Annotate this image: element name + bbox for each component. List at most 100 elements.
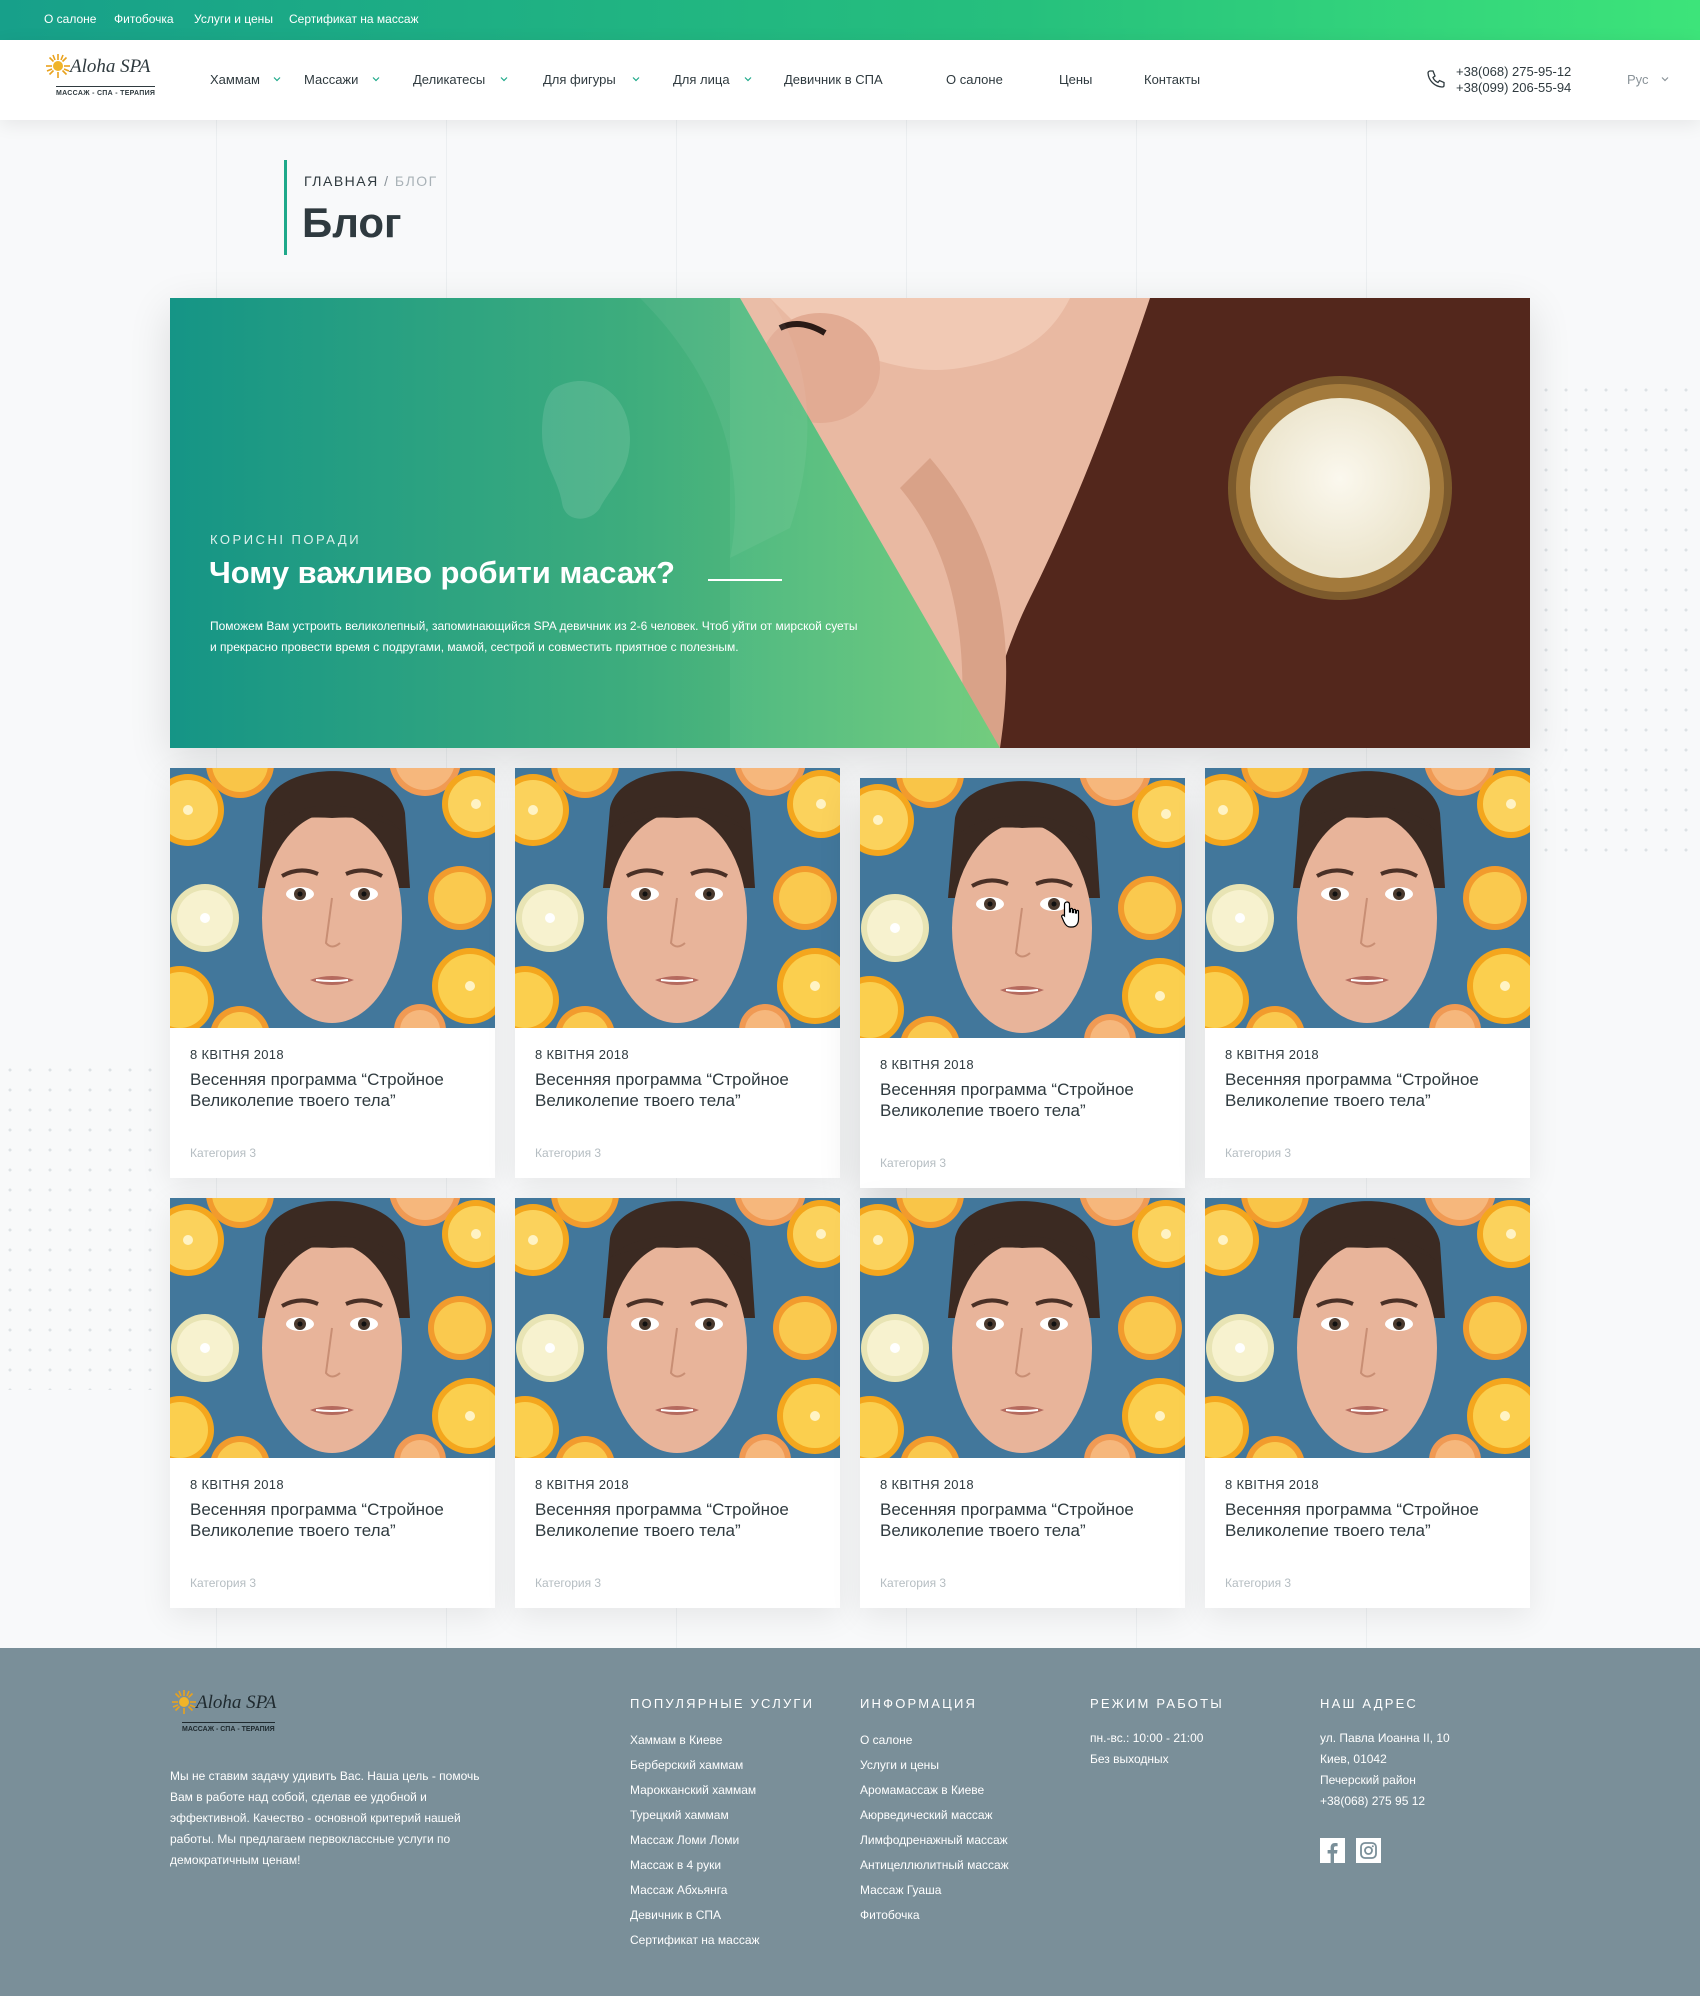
nav-item-prices[interactable]: Цены [1059,72,1092,87]
footer-link[interactable]: Сертификат на массаж [630,1928,814,1953]
footer-link[interactable]: Девичник в СПА [630,1903,814,1928]
title-decoration-line [708,579,782,581]
footer-phone[interactable]: +38(068) 275 95 12 [1320,1791,1450,1812]
post-title[interactable]: Весенняя программа “Стройное Великолепие… [535,1499,825,1541]
footer-column-heading: РЕЖИМ РАБОТЫ [1090,1696,1224,1711]
top-link-certificate[interactable]: Сертификат на массаж [289,12,419,26]
logo-tagline: МАССАЖ - СПА - ТЕРАПИЯ [56,86,156,97]
post-thumbnail [170,1198,495,1458]
nav-item-delicacies[interactable]: Деликатесы [413,72,485,87]
address-line: Киев, 01042 [1320,1752,1387,1766]
footer-link[interactable]: Хаммам в Киеве [630,1728,814,1753]
nav-item-bachelorette[interactable]: Девичник в СПА [784,72,883,87]
address-line: Печерский район [1320,1773,1416,1787]
post-date: 8 КВІТНЯ 2018 [190,1477,284,1492]
post-date: 8 КВІТНЯ 2018 [1225,1047,1319,1062]
nav-item-label: Цены [1059,72,1093,87]
footer-logo[interactable]: Aloha SPA МАССАЖ - СПА - ТЕРАПИЯ [170,1688,290,1742]
post-thumbnail [170,768,495,1028]
nav-item-label: Хаммам [210,72,260,87]
blog-post-card[interactable]: 8 КВІТНЯ 2018 Весенняя программа “Стройн… [515,1198,840,1608]
featured-post-title[interactable]: Чому важливо робити масаж? [209,555,675,591]
post-title[interactable]: Весенняя программа “Стройное Великолепие… [880,1499,1170,1541]
post-thumbnail [1205,768,1530,1028]
post-title[interactable]: Весенняя программа “Стройное Великолепие… [1225,1499,1515,1541]
top-link-services-prices[interactable]: Услуги и цены [194,12,273,26]
blog-post-card[interactable]: 8 КВІТНЯ 2018 Весенняя программа “Стройн… [170,768,495,1178]
chevron-down-icon [743,74,753,84]
blog-post-card[interactable]: 8 КВІТНЯ 2018 Весенняя программа “Стройн… [1205,1198,1530,1608]
post-title[interactable]: Весенняя программа “Стройное Великолепие… [1225,1069,1515,1111]
post-category[interactable]: Категория 3 [535,1576,601,1590]
breadcrumb-separator: / [378,173,395,189]
nav-item-label: Девичник в СПА [784,72,883,87]
footer-link[interactable]: Аюрведический массаж [860,1803,1009,1828]
nav-item-face[interactable]: Для лица [673,72,730,87]
footer-link[interactable]: Массаж в 4 руки [630,1853,814,1878]
footer-link[interactable]: Берберский хаммам [630,1753,814,1778]
post-title[interactable]: Весенняя программа “Стройное Великолепие… [535,1069,825,1111]
post-category[interactable]: Категория 3 [535,1146,601,1160]
nav-item-label: Для фигуры [543,72,616,87]
post-category[interactable]: Категория 3 [190,1146,256,1160]
footer-address: НАШ АДРЕС ул. Павла Иоанна II, 10 Киев, … [1320,1696,1450,1812]
post-title[interactable]: Весенняя программа “Стройное Великолепие… [880,1079,1170,1121]
nav-item-massages[interactable]: Массажи [304,72,358,87]
post-category[interactable]: Категория 3 [1225,1576,1291,1590]
nav-item-about[interactable]: О салоне [946,72,1003,87]
nav-item-hammam[interactable]: Хаммам [210,72,260,87]
top-link-phytobarrel[interactable]: Фитобочка [114,12,174,26]
facebook-icon[interactable] [1320,1838,1345,1863]
instagram-icon[interactable] [1356,1838,1381,1863]
nav-item-label: О салоне [946,72,1003,87]
footer-column-heading: ПОПУЛЯРНЫЕ УСЛУГИ [630,1696,815,1711]
chevron-down-icon [272,74,282,84]
footer-link[interactable]: Аромамассаж в Киеве [860,1778,1009,1803]
featured-post-banner[interactable]: КОРИСНІ ПОРАДИ Чому важливо робити масаж… [170,298,1530,748]
phone-number-2[interactable]: +38(099) 206-55-94 [1456,80,1571,96]
blog-post-card[interactable]: 8 КВІТНЯ 2018 Весенняя программа “Стройн… [515,768,840,1178]
breadcrumb-home[interactable]: ГЛАВНАЯ [304,173,379,189]
nav-item-label: Контакты [1144,72,1201,87]
title-accent-bar [284,160,287,255]
post-category[interactable]: Категория 3 [880,1576,946,1590]
top-link-about[interactable]: О салоне [44,12,96,26]
post-date: 8 КВІТНЯ 2018 [190,1047,284,1062]
dot-pattern [1536,380,1700,860]
hand-pointer-icon [1061,901,1080,928]
footer-link[interactable]: Марокканский хаммам [630,1778,814,1803]
footer-link[interactable]: Массаж Гуаша [860,1878,1009,1903]
footer-link[interactable]: Массаж Абхьянга [630,1878,814,1903]
footer-link[interactable]: Фитобочка [860,1903,1009,1928]
post-thumbnail [515,768,840,1028]
post-category[interactable]: Категория 3 [1225,1146,1291,1160]
blog-post-card-hovered[interactable]: 8 КВІТНЯ 2018 Весенняя программа “Стройн… [860,778,1185,1188]
footer-link[interactable]: Лимфодренажный массаж [860,1828,1009,1853]
site-logo[interactable]: Aloha SPA МАССАЖ - СПА - ТЕРАПИЯ [44,52,164,106]
footer-link[interactable]: О салоне [860,1728,1009,1753]
post-title[interactable]: Весенняя программа “Стройное Великолепие… [190,1069,480,1111]
footer-link[interactable]: Массаж Ломи Ломи [630,1828,814,1853]
working-hours-line: Без выходных [1090,1752,1169,1766]
post-title[interactable]: Весенняя программа “Стройное Великолепие… [190,1499,480,1541]
post-category[interactable]: Категория 3 [880,1156,946,1170]
page-title: Блог [302,199,402,246]
post-thumbnail [860,1198,1185,1458]
blog-post-card[interactable]: 8 КВІТНЯ 2018 Весенняя программа “Стройн… [170,1198,495,1608]
blog-post-card[interactable]: 8 КВІТНЯ 2018 Весенняя программа “Стройн… [860,1198,1185,1608]
footer-link[interactable]: Турецкий хаммам [630,1803,814,1828]
footer-link[interactable]: Услуги и цены [860,1753,1009,1778]
sun-logo-icon [44,52,72,80]
site-footer: Aloha SPA МАССАЖ - СПА - ТЕРАПИЯ Мы не с… [0,1648,1700,1996]
footer-about-text: Мы не ставим задачу удивить Вас. Наша це… [170,1769,480,1867]
nav-item-contacts[interactable]: Контакты [1144,72,1200,87]
blog-post-card[interactable]: 8 КВІТНЯ 2018 Весенняя программа “Стройн… [1205,768,1530,1178]
logo-brand-name: Aloha SPA [196,1692,277,1713]
language-selector[interactable]: Рус [1627,72,1649,87]
footer-link[interactable]: Антицеллюлитный массаж [860,1853,1009,1878]
post-category[interactable]: Категория 3 [190,1576,256,1590]
post-thumbnail [860,778,1185,1038]
phone-number-1[interactable]: +38(068) 275-95-12 [1456,64,1571,80]
nav-item-body[interactable]: Для фигуры [543,72,616,87]
nav-item-label: Массажи [304,72,359,87]
